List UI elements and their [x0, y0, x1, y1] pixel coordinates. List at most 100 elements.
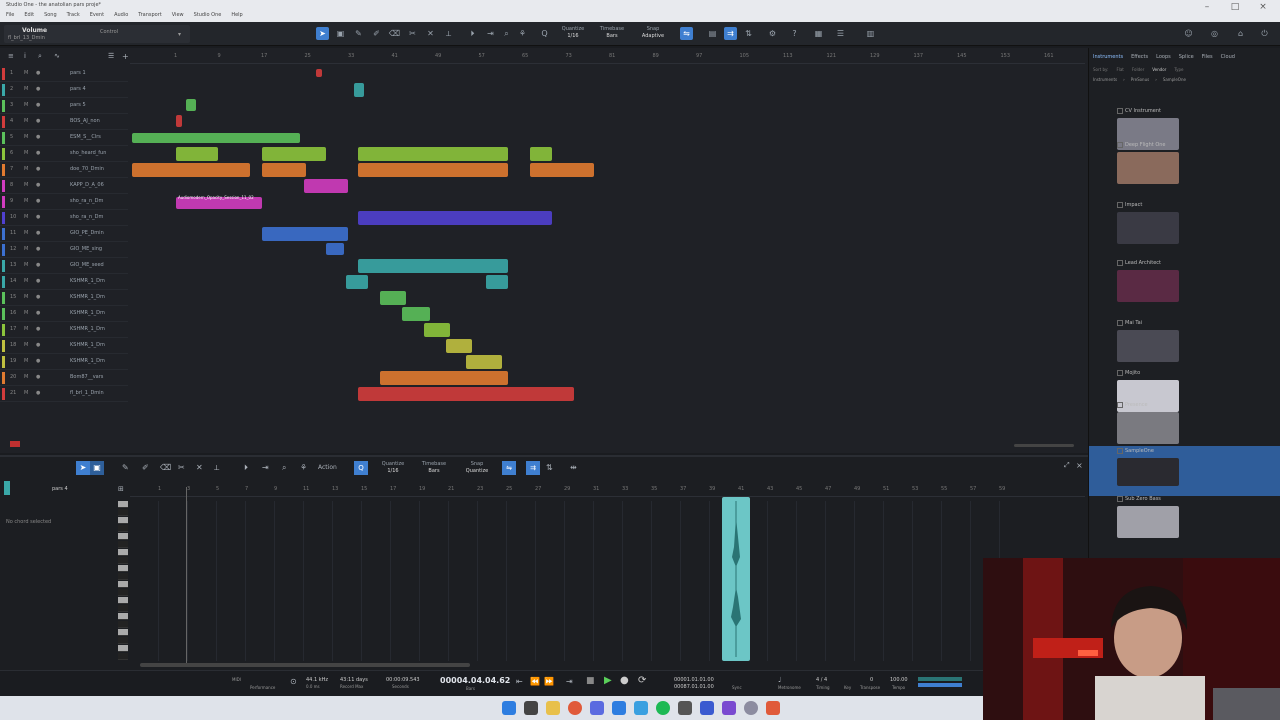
browse-view-icon[interactable]: ▥	[864, 27, 877, 40]
solo-icon[interactable]: ●	[36, 246, 40, 252]
rewind-icon[interactable]: ⏪	[530, 677, 540, 686]
chrome-icon[interactable]	[568, 701, 582, 715]
clip[interactable]	[304, 179, 348, 193]
editor-split-icon[interactable]: ✂	[178, 463, 185, 472]
folder-icon[interactable]	[1117, 108, 1123, 114]
play-tool-icon[interactable]: ⏵	[466, 27, 479, 40]
solo-icon[interactable]: ●	[36, 118, 40, 124]
track-row[interactable]: 1 M ● pars 1	[0, 66, 128, 82]
loop-end[interactable]: 00087.01.01.00	[674, 684, 714, 690]
clip[interactable]	[358, 211, 552, 225]
time-signature[interactable]: 4 / 4	[816, 677, 827, 683]
piano-key[interactable]	[118, 597, 128, 604]
telegram-icon[interactable]	[634, 701, 648, 715]
clip[interactable]	[358, 259, 508, 273]
track-row[interactable]: 18 M ● KSHMR_1_Dm	[0, 338, 128, 354]
solo-icon[interactable]: ●	[36, 150, 40, 156]
home-icon[interactable]: ⌂	[1234, 27, 1247, 40]
track-name[interactable]: pars 4	[70, 86, 114, 92]
clip[interactable]	[380, 291, 406, 305]
sort-type[interactable]: Type	[1174, 67, 1183, 75]
solo-icon[interactable]: ●	[36, 374, 40, 380]
piano-key[interactable]	[118, 501, 128, 508]
folder-icon[interactable]	[1117, 260, 1123, 266]
menu-file[interactable]: File	[6, 12, 14, 18]
track-name[interactable]: KSHMR_1_Dm	[70, 310, 114, 316]
track-row[interactable]: 20 M ● Bom87__vars	[0, 370, 128, 386]
piano-key[interactable]	[118, 589, 128, 596]
track-name[interactable]: pars 5	[70, 102, 114, 108]
piano-key[interactable]	[118, 581, 128, 588]
solo-icon[interactable]: ●	[36, 214, 40, 220]
mute-button[interactable]: M	[24, 358, 28, 364]
clip[interactable]	[402, 307, 430, 321]
list-icon[interactable]: ≡	[8, 52, 14, 60]
piano-key[interactable]	[118, 613, 128, 620]
piano-key[interactable]	[118, 549, 128, 556]
folder-icon[interactable]	[1117, 142, 1123, 148]
piano-key[interactable]	[118, 629, 128, 636]
editor-listen-icon[interactable]: ⇥	[262, 463, 269, 472]
loop-back-icon[interactable]: ⇤	[516, 677, 523, 686]
track-name[interactable]: GIO_ME_sing	[70, 246, 114, 252]
record-icon[interactable]: ●	[620, 675, 629, 686]
editor-add-icon[interactable]: ⊞	[118, 485, 124, 493]
mute-button[interactable]: M	[24, 374, 28, 380]
mute-button[interactable]: M	[24, 118, 28, 124]
track-row[interactable]: 10 M ● sho_ra_n_Dm	[0, 210, 128, 226]
track-row[interactable]: 19 M ● KSHMR_1_Dm	[0, 354, 128, 370]
clip[interactable]	[358, 387, 574, 401]
volume-slider[interactable]	[918, 683, 962, 687]
clip[interactable]	[176, 147, 218, 161]
solo-icon[interactable]: ●	[36, 278, 40, 284]
mute-button[interactable]: M	[24, 182, 28, 188]
piano-key[interactable]	[118, 541, 128, 548]
track-row[interactable]: 6 M ● sho_heard_fun	[0, 146, 128, 162]
note-grid[interactable]	[130, 501, 1085, 661]
clip[interactable]	[316, 69, 322, 77]
audio-event[interactable]	[722, 497, 750, 661]
discord-icon[interactable]	[590, 701, 604, 715]
piano-keys[interactable]	[118, 501, 128, 663]
solo-icon[interactable]: ●	[36, 390, 40, 396]
add-track-icon[interactable]: +	[122, 52, 129, 61]
track-row[interactable]: 13 M ● GIO_ME_seed	[0, 258, 128, 274]
tab-instruments[interactable]: Instruments	[1093, 54, 1123, 64]
studio-taskbar-icon[interactable]	[700, 701, 714, 715]
listen-tool-icon[interactable]: ⇥	[484, 27, 497, 40]
automation-icon[interactable]: ∿	[54, 52, 60, 60]
mute-tool-icon[interactable]: ✕	[424, 27, 437, 40]
solo-icon[interactable]: ●	[36, 70, 40, 76]
file-explorer-icon[interactable]	[546, 701, 560, 715]
track-name[interactable]: KAPP_D_A_06	[70, 182, 114, 188]
folder-icon[interactable]	[1117, 448, 1123, 454]
app2-icon[interactable]	[722, 701, 736, 715]
menu-event[interactable]: Event	[90, 12, 104, 18]
close-icon[interactable]: ×	[1252, 2, 1274, 16]
app3-icon[interactable]	[744, 701, 758, 715]
chevron-down-icon[interactable]: ▾	[178, 31, 181, 38]
clip[interactable]	[176, 115, 182, 127]
clip[interactable]	[262, 147, 326, 161]
instrument-item[interactable]: SampleOne	[1089, 446, 1280, 496]
clip[interactable]	[486, 275, 508, 289]
piano-key[interactable]	[118, 645, 128, 652]
performance-icon[interactable]: ⊙	[290, 677, 297, 686]
time-bars[interactable]: 00004.04.04.62	[440, 676, 510, 685]
tab-splice[interactable]: Splice	[1179, 54, 1194, 64]
mute-button[interactable]: M	[24, 102, 28, 108]
solo-icon[interactable]: ●	[36, 342, 40, 348]
editor-autoscroll-icon[interactable]: ⇉	[526, 461, 540, 475]
stop-icon[interactable]: ■	[586, 676, 595, 686]
editor-snap-toggle-icon[interactable]: ⇋	[502, 461, 516, 475]
solo-icon[interactable]: ●	[36, 326, 40, 332]
mute-button[interactable]: M	[24, 294, 28, 300]
quantize-selector[interactable]: Quantize 1/16	[558, 26, 588, 40]
track-name[interactable]: sho_ra_n_Dm	[70, 214, 114, 220]
track-name[interactable]: Bom87__vars	[70, 374, 114, 380]
calculator-icon[interactable]	[678, 701, 692, 715]
solo-icon[interactable]: ●	[36, 86, 40, 92]
app-icon[interactable]	[612, 701, 626, 715]
editor-bend-icon[interactable]: ⟂	[214, 463, 219, 473]
track-name[interactable]: pars 1	[70, 70, 114, 76]
